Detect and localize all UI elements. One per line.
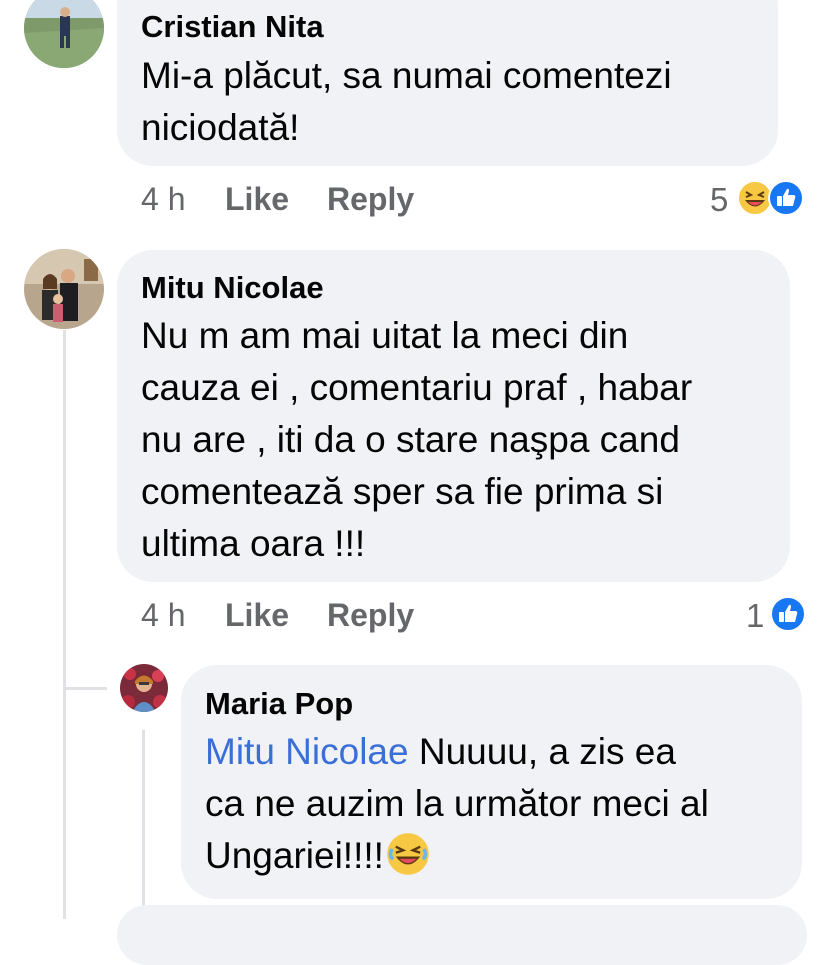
thread-connector [63,687,107,690]
comment-time[interactable]: 4 h [141,181,185,218]
mention-link[interactable]: Mitu Nicolae [205,731,409,772]
reply-text: Mitu Nicolae Nuuuu, a zis ea ca ne auzim… [205,731,709,876]
reply-author[interactable]: Maria Pop [205,686,353,722]
comment-author[interactable]: Mitu Nicolae [141,270,324,306]
like-icon [768,180,804,216]
comment-text: Mi-a plăcut, sa numai comentezi niciodat… [141,55,672,148]
reaction-count[interactable]: 1 [746,597,764,635]
reactions-summary[interactable] [770,594,808,634]
reaction-count[interactable]: 5 [710,181,728,219]
comment-author[interactable]: Cristian Nita [141,9,324,45]
next-comment-bubble [117,905,807,965]
avatar[interactable] [24,0,104,68]
like-button[interactable]: Like [225,181,289,218]
thread-line [63,690,66,919]
comment-text: Nu m am mai uitat la meci din cauza ei ,… [141,315,693,564]
like-button[interactable]: Like [225,597,289,634]
reactions-summary[interactable] [737,178,807,218]
reply-button[interactable]: Reply [327,181,414,218]
avatar[interactable] [24,249,104,329]
laugh-emoji-icon [387,833,429,875]
thread-line [142,730,145,919]
comment-time[interactable]: 4 h [141,597,185,634]
avatar[interactable] [120,664,168,712]
reply-button[interactable]: Reply [327,597,414,634]
like-icon [770,596,806,632]
thread-line [63,330,66,690]
